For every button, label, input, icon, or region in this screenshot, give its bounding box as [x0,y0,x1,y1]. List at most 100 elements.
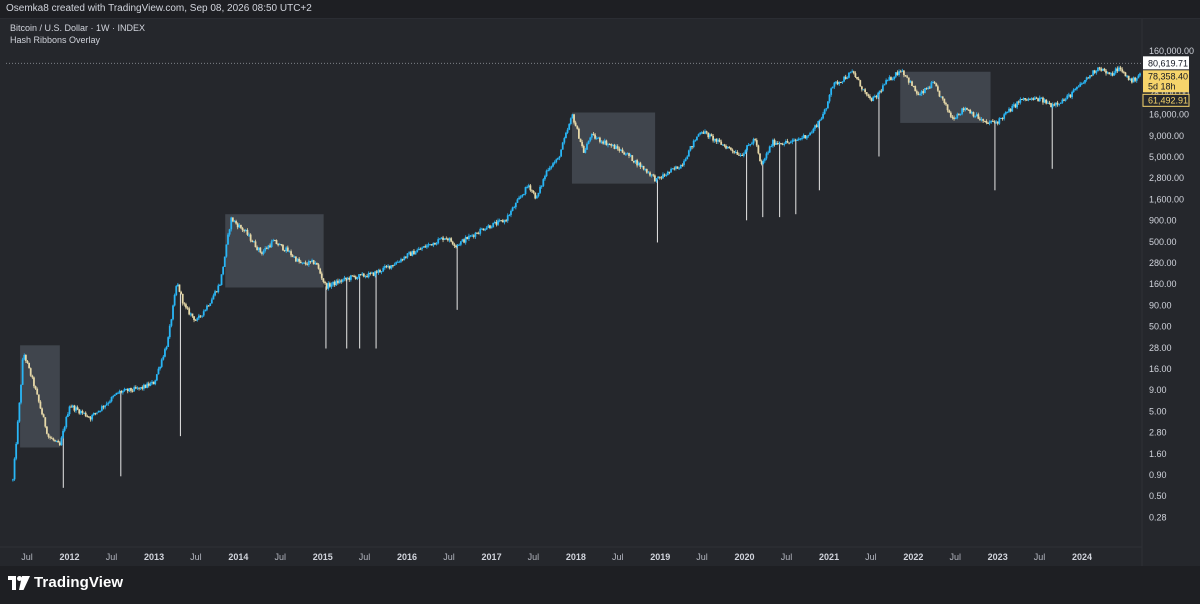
candle-body [893,76,896,79]
candle-body [120,390,123,393]
candle-body [919,93,921,95]
candle-body [170,319,173,326]
candle-body [565,132,567,139]
y-tick-label: 9.00 [1149,385,1167,395]
candle-body [222,266,225,275]
candle-body [37,394,40,402]
candle-body [244,229,247,231]
candle-body [89,417,92,420]
candle-body [663,174,666,176]
candle-body [708,134,711,138]
candle-body [178,284,181,292]
candle-body [76,407,79,410]
candle-body [586,143,588,150]
candle-body [50,437,53,439]
candle-body [1045,99,1048,104]
y-tick-label: 5.00 [1149,406,1167,416]
candle-body [717,139,719,142]
candle-body [641,165,643,167]
candle-body [219,284,221,286]
candle-body [413,250,415,255]
candle-body [513,207,516,209]
candle-body [545,170,548,177]
candle-body [789,141,792,143]
candle-body [58,442,61,446]
candle-body [409,252,412,256]
chart-area[interactable]: 160,000.00 28,000.00 16,000.00 9,000.00 5,00… [0,18,1200,567]
candle-body [704,131,706,134]
candle-body [1097,67,1099,72]
candle-body [434,242,436,245]
candle-body [933,82,936,84]
candle-body [678,168,681,170]
candle-body [71,405,74,408]
candle-body [762,160,765,165]
candle-body [230,217,233,230]
candle-body [63,427,66,431]
candle-body [1077,86,1080,88]
candle-body [421,247,423,250]
candle-body [872,96,875,101]
candle-body [24,354,27,361]
candle-body [375,271,378,273]
candle-body [28,362,31,369]
candle-body [466,236,469,240]
x-tick-label: Jul [528,552,540,562]
candle-body [658,176,661,178]
candle-body [45,426,48,434]
candle-body [498,220,501,222]
candle-body [655,178,658,182]
candle-body [296,258,299,262]
candle-body [805,136,808,139]
time-scale[interactable]: Jul 2012 Jul 2013 Jul 2014 Jul 2015 Jul 2016 Jul 20… [21,552,1092,562]
candle-body [849,72,852,74]
x-tick-label: 2014 [228,552,248,562]
candle-body [427,244,430,246]
candle-body [12,479,14,481]
candle-body [252,241,255,243]
candle-body [371,272,373,274]
candle-body [831,86,834,89]
price-scale[interactable]: 160,000.0028,000.0016,000.009,000.005,00… [1149,46,1194,522]
price-chart[interactable]: 160,000.0028,000.0016,000.009,000.005,00… [0,19,1200,567]
candle-body [41,408,43,415]
candle-body [540,185,543,187]
candle-body [304,262,307,265]
candle-body [126,389,129,392]
candle-body [404,256,407,258]
candle-body [243,230,246,232]
candle-body [995,121,997,123]
candle-body [518,197,520,200]
candle-body [848,72,850,78]
candle-body [830,88,833,95]
candle-body [346,277,349,280]
candle-body [634,160,637,163]
candle-body [288,251,291,253]
candle-body [330,284,333,287]
candle-body [550,166,553,168]
candle-body [582,146,585,153]
x-tick-label: Jul [781,552,793,562]
candle-body [751,143,753,145]
price-labels: 80,619.71 78,358.405d 18h 61,492.91 [1142,56,1190,107]
candle-body [681,164,684,166]
candle-body [143,384,145,389]
candle-body [1022,98,1025,100]
candle-body [361,273,364,275]
candle-body [505,220,508,222]
candle-body [248,234,250,236]
candle-body [776,143,779,145]
tradingview-brand[interactable]: TradingView [8,574,123,591]
candle-body [699,132,702,135]
y-tick-label: 5,000.00 [1149,152,1184,162]
candle-body [1021,98,1023,100]
candle-body [662,174,664,179]
price-label-prior-high: 80,619.71 [1148,58,1188,68]
indicator-legend[interactable]: Hash Ribbons Overlay [10,35,100,45]
candle-body [881,85,884,92]
candle-body [1088,75,1091,79]
candle-body [445,238,448,240]
symbol-legend[interactable]: Bitcoin / U.S. Dollar · 1W · INDEX [10,23,145,33]
candle-body [851,71,854,73]
candle-body [920,91,923,94]
